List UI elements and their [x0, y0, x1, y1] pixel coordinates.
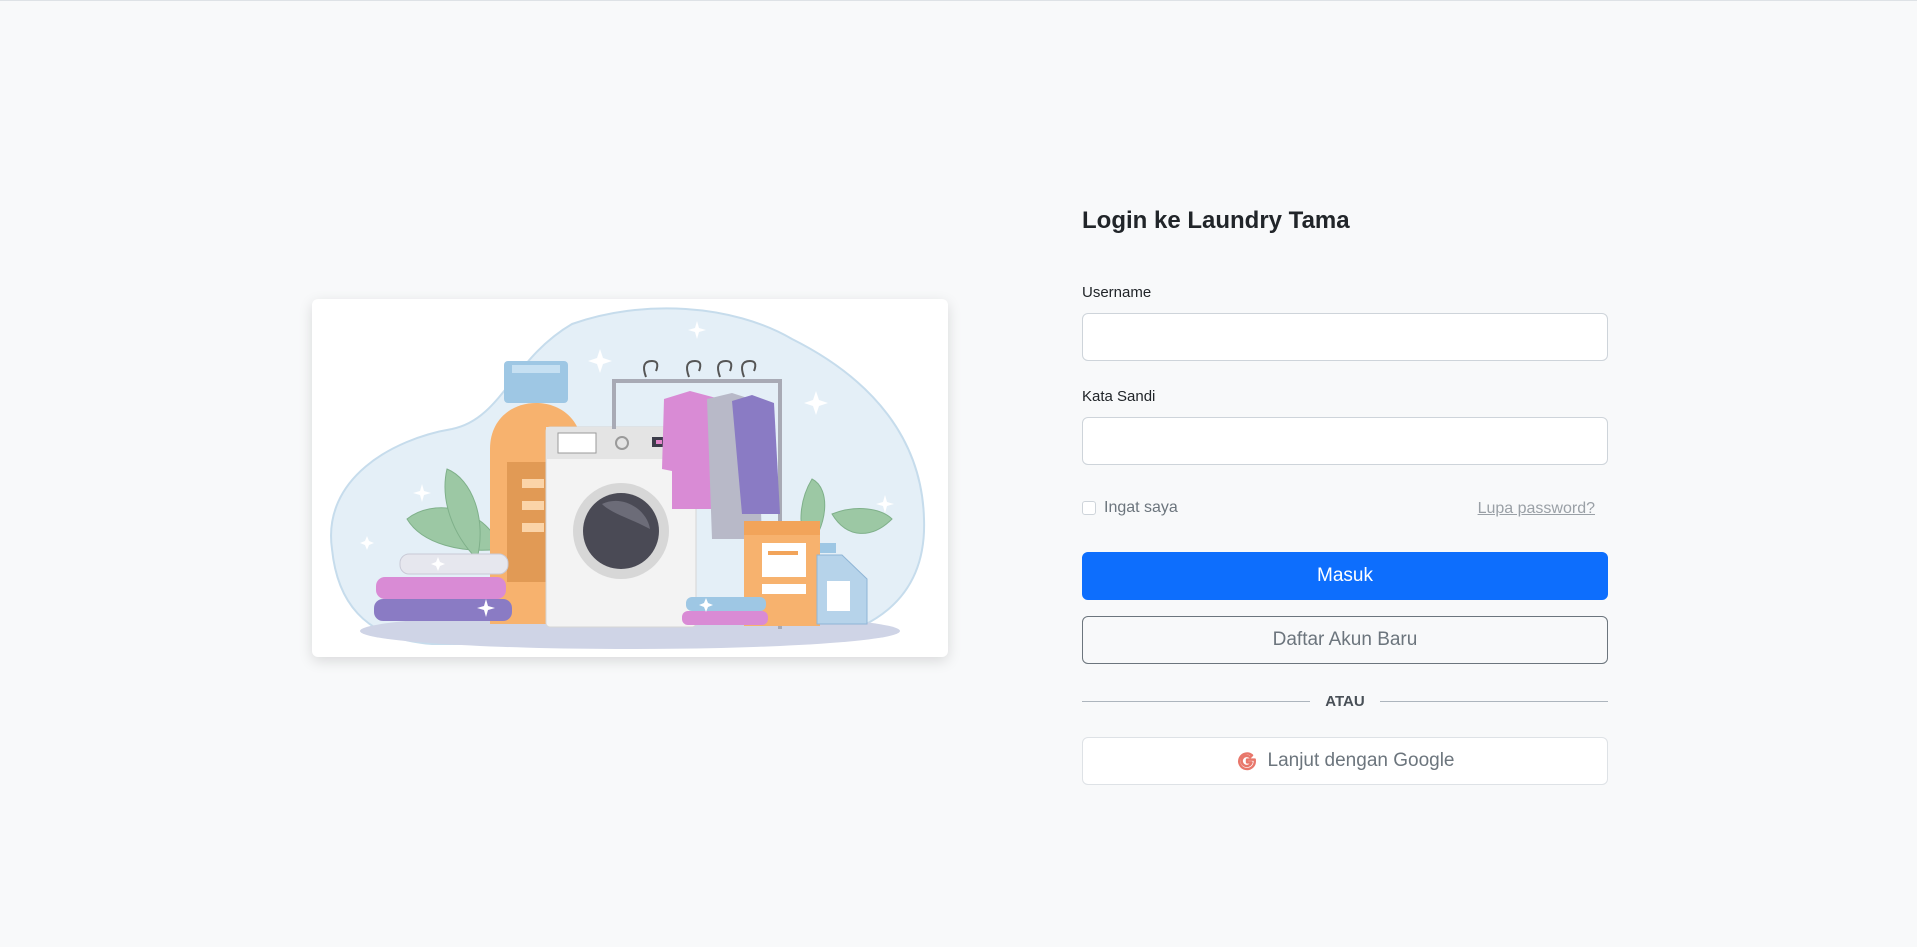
username-input[interactable]	[1082, 313, 1608, 361]
google-g-icon	[1237, 752, 1256, 771]
page-title: Login ke Laundry Tama	[1082, 207, 1350, 234]
login-button[interactable]: Masuk	[1082, 552, 1608, 600]
google-login-button[interactable]: Lanjut dengan Google	[1082, 737, 1608, 785]
google-login-label: Lanjut dengan Google	[1267, 750, 1455, 771]
laundry-illustration-card	[312, 299, 948, 657]
password-input[interactable]	[1082, 417, 1608, 465]
or-divider: ATAU	[1082, 691, 1608, 711]
divider-line-left	[1082, 700, 1311, 702]
remember-me: Ingat saya	[1082, 499, 1178, 517]
username-label: Username	[1082, 284, 1152, 301]
divider-label: ATAU	[1325, 692, 1365, 710]
divider-line-right	[1379, 700, 1608, 702]
remember-label: Ingat saya	[1104, 499, 1178, 516]
remember-checkbox[interactable]	[1082, 501, 1096, 515]
login-page: Login ke Laundry Tama Username Kata Sand…	[0, 0, 1917, 947]
password-label: Kata Sandi	[1082, 388, 1156, 405]
laundry-illustration	[330, 307, 926, 649]
forgot-password-link[interactable]: Lupa password?	[1478, 500, 1595, 518]
register-button[interactable]: Daftar Akun Baru	[1082, 616, 1608, 664]
